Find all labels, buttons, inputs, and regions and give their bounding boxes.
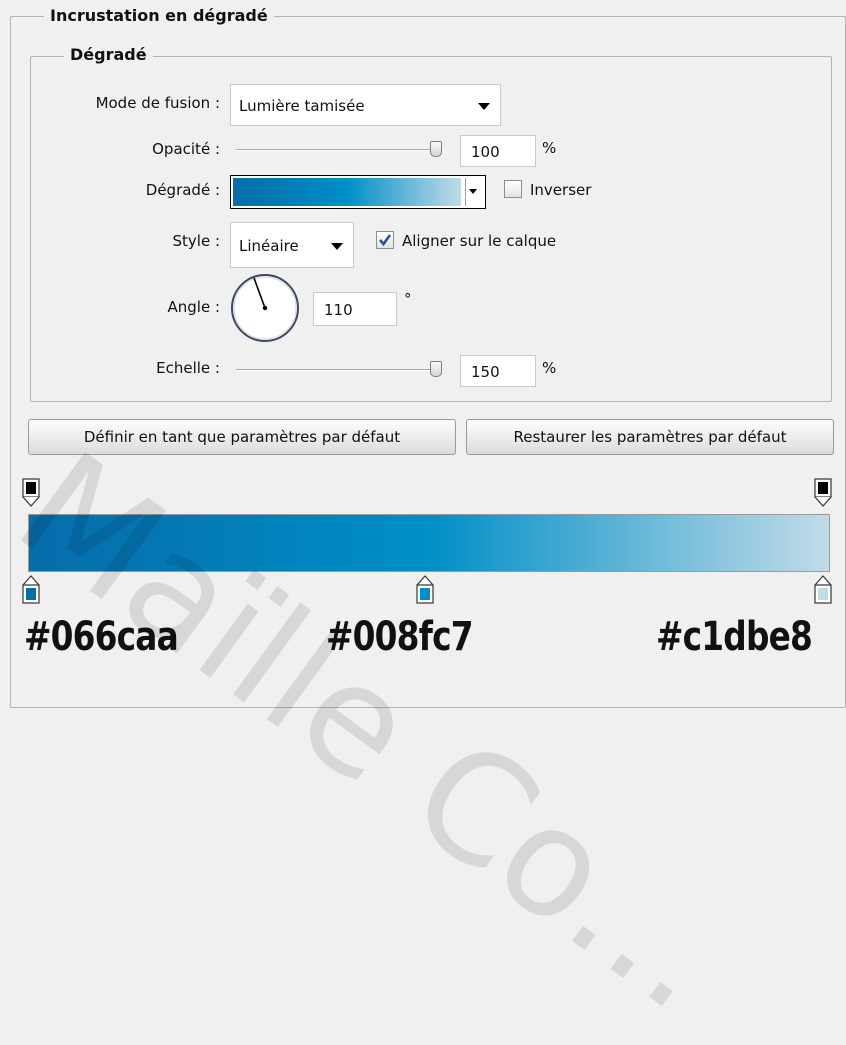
scale-label: Echelle :	[156, 359, 220, 377]
hex-label-mid: #008fc7	[326, 614, 474, 660]
reset-default-button-label: Restaurer les paramètres par défaut	[513, 428, 787, 446]
color-stop-mid[interactable]	[416, 574, 434, 604]
angle-input[interactable]: 110	[313, 292, 397, 326]
gradient-label: Dégradé :	[145, 181, 220, 199]
chevron-down-icon	[469, 189, 477, 194]
angle-value: 110	[324, 301, 353, 319]
color-stop-right[interactable]	[814, 574, 832, 604]
opacity-slider-thumb[interactable]	[430, 141, 442, 157]
gradient-preview[interactable]	[233, 178, 461, 206]
hex-label-start: #066caa	[24, 614, 179, 660]
scale-value: 150	[471, 363, 500, 381]
scale-slider-track[interactable]	[236, 369, 440, 371]
chevron-down-icon	[478, 103, 490, 110]
angle-dial-icon	[231, 274, 299, 342]
style-value: Linéaire	[239, 237, 299, 255]
opacity-stop-right[interactable]	[814, 478, 832, 508]
make-default-button[interactable]: Définir en tant que paramètres par défau…	[28, 419, 456, 455]
align-with-layer-label: Aligner sur le calque	[402, 232, 557, 250]
scale-input[interactable]: 150	[460, 355, 536, 387]
scale-unit: %	[542, 359, 557, 377]
angle-unit: °	[404, 290, 412, 308]
checkmark-icon	[379, 234, 392, 247]
blend-mode-value: Lumière tamisée	[239, 97, 365, 115]
chevron-down-icon	[331, 243, 343, 250]
style-label: Style :	[172, 232, 221, 250]
color-stop-left[interactable]	[22, 574, 40, 604]
gradient-subgroup-title: Dégradé	[64, 45, 153, 64]
gradient-dropdown-button[interactable]	[465, 178, 482, 206]
opacity-label: Opacité :	[152, 140, 220, 158]
gradient-overlay-title: Incrustation en dégradé	[44, 6, 274, 25]
opacity-stop-left[interactable]	[22, 478, 40, 508]
angle-label: Angle :	[167, 298, 220, 316]
reverse-checkbox[interactable]	[504, 180, 522, 198]
scale-slider-thumb[interactable]	[430, 361, 442, 377]
opacity-unit: %	[542, 139, 557, 157]
reverse-label: Inverser	[530, 181, 592, 199]
opacity-value: 100	[471, 143, 500, 161]
opacity-input[interactable]: 100	[460, 135, 536, 167]
blend-mode-select[interactable]: Lumière tamisée	[230, 84, 501, 126]
make-default-button-label: Définir en tant que paramètres par défau…	[83, 428, 401, 446]
gradient-picker[interactable]	[230, 175, 486, 209]
angle-dial[interactable]	[230, 273, 300, 343]
style-select[interactable]: Linéaire	[230, 222, 354, 268]
hex-label-end: #c1dbe8	[656, 614, 813, 660]
blend-mode-label: Mode de fusion :	[95, 94, 220, 112]
align-with-layer-checkbox[interactable]	[376, 231, 394, 249]
reset-default-button[interactable]: Restaurer les paramètres par défaut	[466, 419, 834, 455]
gradient-bar[interactable]	[28, 514, 830, 572]
opacity-slider-track[interactable]	[236, 149, 440, 151]
